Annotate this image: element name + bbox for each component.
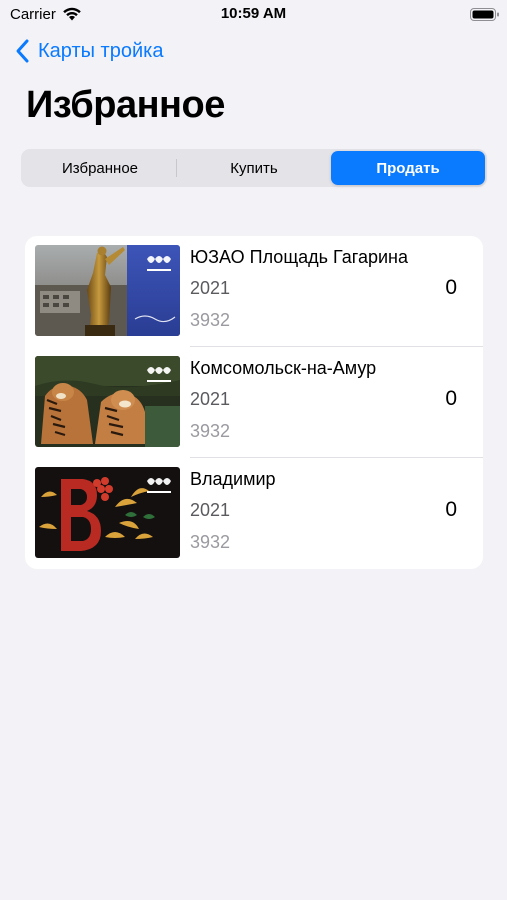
back-button-label: Карты тройка (38, 39, 164, 62)
back-button[interactable]: Карты тройка (14, 38, 163, 64)
card-code: 3932 (190, 532, 231, 552)
card-code: 3932 (190, 421, 231, 441)
card-code: 3932 (190, 310, 231, 330)
segment-favorites[interactable]: Избранное (23, 151, 177, 185)
card-image-gagarin (35, 245, 180, 336)
card-count: 0 (445, 387, 457, 410)
page-title: Избранное (26, 84, 225, 126)
card-year: 2021 (190, 389, 231, 409)
card-name: Комсомольск-на-Амур (190, 358, 377, 378)
status-time: 10:59 AM (220, 5, 287, 22)
status-bar: Carrier 10:59 AM (0, 0, 507, 30)
card-image-tigers (35, 356, 180, 447)
card-year: 2021 (190, 278, 231, 298)
card-list: ЮЗАО Площадь Гагарина 2021 3932 0 Комсом… (25, 236, 483, 569)
battery-icon (470, 8, 499, 21)
list-item[interactable]: Владимир 2021 3932 0 (25, 458, 483, 569)
card-year: 2021 (190, 500, 231, 520)
segment-sell[interactable]: Продать (331, 151, 485, 185)
card-name: Владимир (190, 469, 276, 489)
card-image-khokhloma (35, 467, 180, 558)
list-item[interactable]: Комсомольск-на-Амур 2021 3932 0 (25, 347, 483, 458)
card-count: 0 (445, 276, 457, 299)
card-name: ЮЗАО Площадь Гагарина (190, 247, 408, 267)
segmented-control: Избранное Купить Продать (21, 149, 487, 187)
card-count: 0 (445, 498, 457, 521)
segment-buy[interactable]: Купить (177, 151, 331, 185)
chevron-left-icon (16, 39, 29, 63)
screen: Carrier 10:59 AM Карты тройка Избранное … (0, 0, 507, 900)
list-item[interactable]: ЮЗАО Площадь Гагарина 2021 3932 0 (25, 236, 483, 347)
